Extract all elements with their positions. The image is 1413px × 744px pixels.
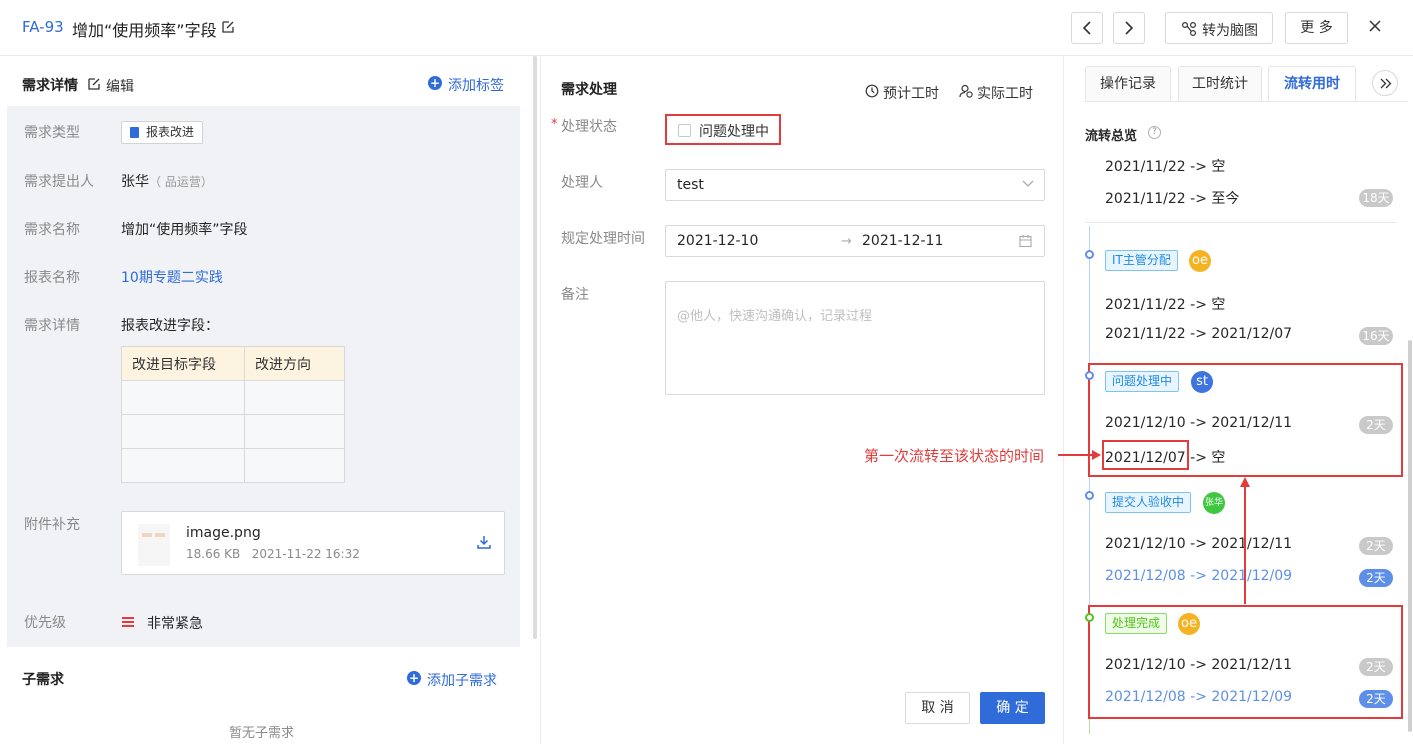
right-scrollbar[interactable] [1408,340,1412,732]
requirement-detail-dialog: FA-93 增加“使用频率”字段 转为脑图 更 多 需求详情 编辑 + 添加标签… [0,0,1413,744]
annotation-arrows [1058,450,1250,604]
